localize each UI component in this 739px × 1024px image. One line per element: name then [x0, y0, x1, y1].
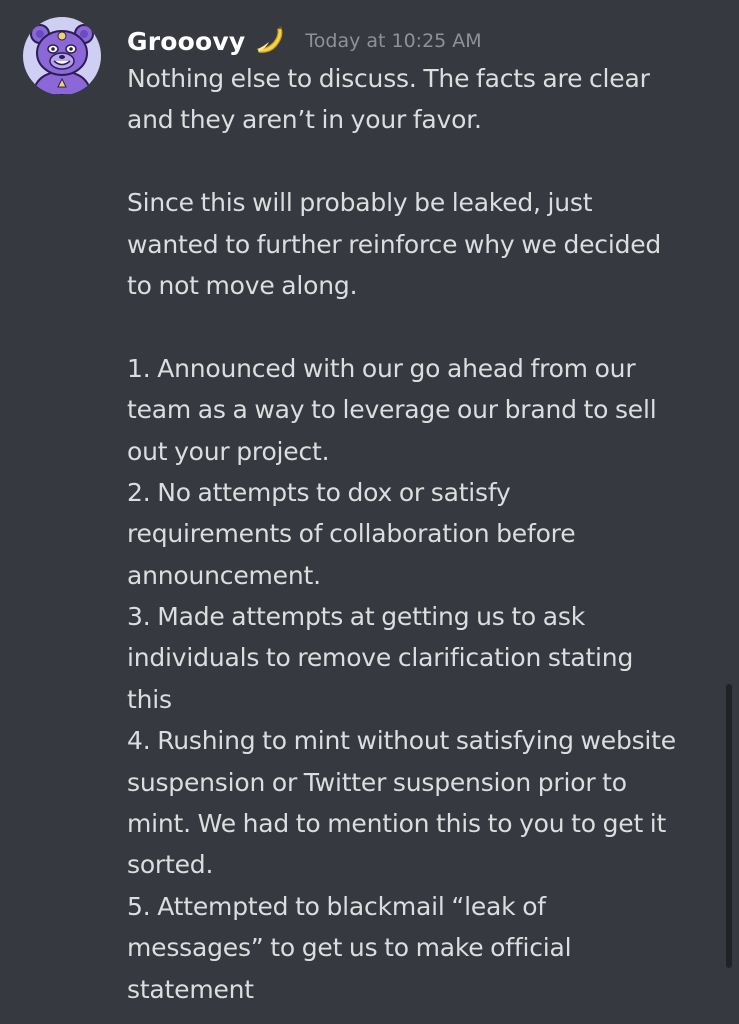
message-line: team as a way to leverage our brand to s… — [127, 395, 657, 425]
message-line: wanted to further reinforce why we decid… — [127, 229, 662, 259]
message-line: 4. Rushing to mint without satisfying we… — [127, 726, 676, 756]
message-line: requirements of collaboration before — [127, 519, 576, 549]
message-line: suspension or Twitter suspension prior t… — [127, 767, 627, 797]
message-header: Grooovy Today at 10:25 AM — [127, 22, 482, 60]
message-line: this — [127, 684, 172, 714]
bear-avatar-icon — [30, 24, 94, 95]
message-line: mint. We had to mention this to you to g… — [127, 809, 667, 839]
message-line: sorted. — [127, 850, 214, 880]
message-line: messages” to get us to make official — [127, 933, 572, 963]
message-line: out your project. — [127, 436, 330, 466]
avatar[interactable] — [23, 17, 101, 95]
chat-view: Grooovy Today at 10:25 AM Nothing else t… — [0, 0, 739, 1024]
message-line: 3. Made attempts at getting us to ask — [127, 602, 585, 632]
message-line: Nothing else to discuss. The facts are c… — [127, 64, 650, 93]
message-line: 5. Attempted to blackmail “leak of — [127, 891, 546, 921]
message-line: and they aren’t in your favor. — [127, 105, 482, 135]
message-line: 2. No attempts to dox or satisfy — [127, 477, 511, 507]
username[interactable]: Grooovy — [127, 27, 245, 56]
message-line: statement — [127, 974, 254, 1004]
message-line: announcement. — [127, 560, 321, 590]
message-line: to not move along. — [127, 270, 358, 300]
message-content: Nothing else to discuss. The facts are c… — [127, 58, 723, 1010]
message-line: 1. Announced with our go ahead from our — [127, 353, 636, 383]
scrollbar-thumb[interactable] — [726, 684, 732, 968]
banana-icon — [253, 24, 287, 58]
chat-message: Grooovy Today at 10:25 AM Nothing else t… — [0, 0, 739, 1024]
scrollbar-track[interactable] — [726, 0, 732, 1024]
timestamp: Today at 10:25 AM — [305, 30, 482, 52]
message-line: individuals to remove clarification stat… — [127, 643, 634, 673]
message-line: Since this will probably be leaked, just — [127, 188, 593, 218]
